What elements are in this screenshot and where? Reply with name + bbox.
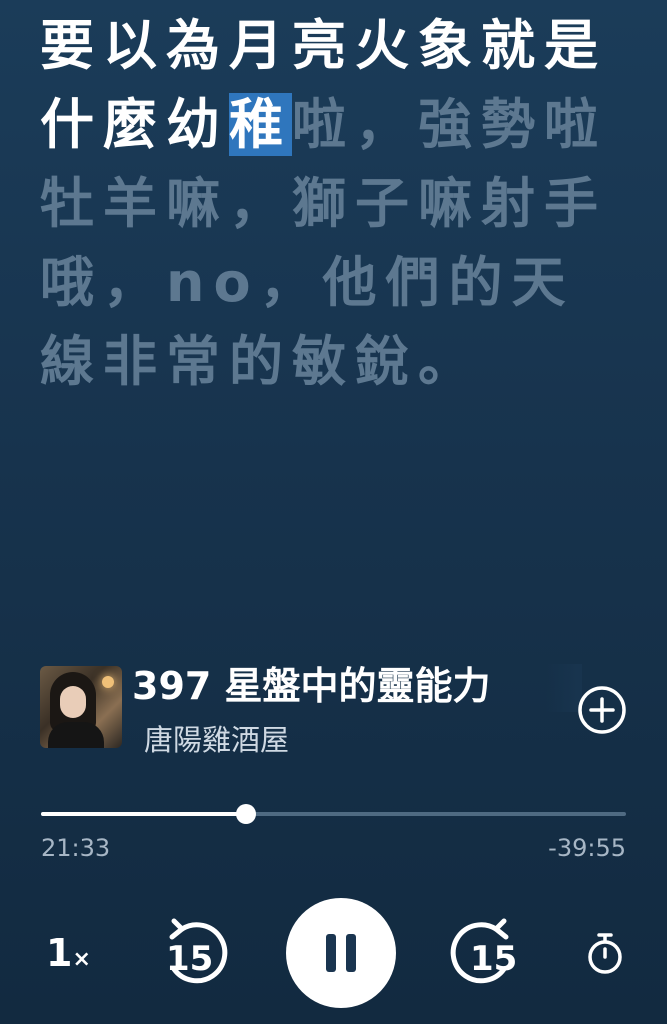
pause-button[interactable] [286,898,396,1008]
episode-cover-art[interactable] [40,666,122,748]
transcript-current-word: 稚 [229,93,292,156]
add-to-library-button[interactable] [577,685,627,735]
scrubber-fill [41,812,246,816]
skip-forward-button[interactable]: 15 [442,913,518,989]
elapsed-time: 21:33 [41,834,111,862]
speed-suffix: × [72,947,91,972]
now-playing-info[interactable]: 397 星盤中的靈能力 唐陽雞酒屋 [40,664,630,757]
episode-title-container[interactable]: 397 星盤中的靈能力 [132,664,582,712]
scrubber-thumb[interactable] [235,804,256,824]
episode-title: 397 星盤中的靈能力 [132,664,491,708]
speed-value: 1 [46,931,73,975]
playback-speed-button[interactable]: 1× [46,931,91,975]
pause-icon-bar [346,934,356,972]
cover-face [60,686,86,718]
cover-lamp [102,676,114,688]
stopwatch-icon [588,933,622,974]
skip-back-seconds: 15 [166,939,214,979]
transcript: 要以為月亮火象就是什麼幼稚啦，強勢啦牡羊嘛，獅子嘛射手哦，no，他們的天線非常的… [40,6,620,401]
cover-body [48,722,104,748]
skip-forward-seconds: 15 [470,939,518,979]
sleep-timer-button[interactable] [584,931,626,975]
show-name[interactable]: 唐陽雞酒屋 [144,722,289,758]
pause-icon [326,934,336,972]
skip-back-button[interactable]: 15 [160,913,236,989]
playback-controls: 1× 15 15 [0,895,667,1010]
playback-scrubber[interactable] [41,804,626,824]
remaining-time: -39:55 [548,834,626,862]
plus-circle-icon [578,686,626,734]
